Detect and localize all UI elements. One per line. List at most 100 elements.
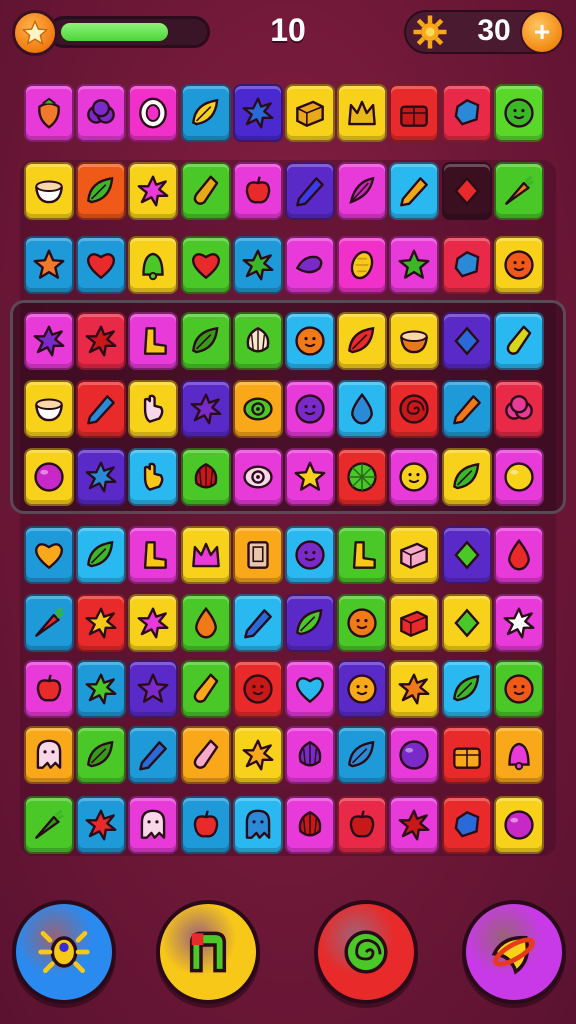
tile-splat[interactable] [389,660,439,718]
tile-shell[interactable] [181,448,231,506]
tile-star[interactable] [24,236,74,294]
tile-gem[interactable] [442,84,492,142]
tile-heart[interactable] [181,236,231,294]
tile-ball[interactable] [389,726,439,784]
tile-eye[interactable] [233,380,283,438]
tile-shell[interactable] [285,796,335,854]
tile-face[interactable] [285,380,335,438]
tile-ball[interactable] [494,448,544,506]
tile-carrot[interactable] [24,594,74,652]
tile-shell[interactable] [233,312,283,370]
tile-boot[interactable] [128,312,178,370]
tile-leaf[interactable] [76,526,126,584]
tile-drop[interactable] [337,380,387,438]
bug-powerup-button[interactable] [12,900,116,1004]
tile-face[interactable] [337,660,387,718]
tile-splat[interactable] [76,660,126,718]
tile-pencil[interactable] [128,726,178,784]
tile-face[interactable] [233,660,283,718]
tile-pencil[interactable] [285,162,335,220]
tile-drop[interactable] [494,526,544,584]
tile-splat[interactable] [233,726,283,784]
tile-leaf[interactable] [76,162,126,220]
tile-bowl[interactable] [24,162,74,220]
tile-block[interactable] [389,526,439,584]
tile-heart[interactable] [24,526,74,584]
tile-boot[interactable] [128,526,178,584]
tile-ball[interactable] [494,796,544,854]
tile-splat[interactable] [181,380,231,438]
tile-hand[interactable] [128,448,178,506]
magnet-powerup-button[interactable] [156,900,260,1004]
tile-splat[interactable] [24,312,74,370]
tile-star[interactable] [128,660,178,718]
tile-splat[interactable] [128,594,178,652]
tile-chest[interactable] [442,726,492,784]
tile-bowl[interactable] [24,380,74,438]
tile-face[interactable] [337,594,387,652]
tile-leaf[interactable] [337,726,387,784]
tile-leaf[interactable] [442,448,492,506]
tile-pencil[interactable] [389,162,439,220]
tile-face[interactable] [285,312,335,370]
tile-apple[interactable] [24,660,74,718]
tile-pepper[interactable] [285,236,335,294]
rocket-powerup-button[interactable] [462,900,566,1004]
tile-ring[interactable] [128,84,178,142]
tile-ghost[interactable] [24,726,74,784]
tile-boot[interactable] [337,526,387,584]
tile-corn[interactable] [337,236,387,294]
tile-pencil[interactable] [442,380,492,438]
tile-diamond[interactable] [442,162,492,220]
tile-strawberry[interactable] [24,84,74,142]
tile-star[interactable] [285,448,335,506]
tile-diamond[interactable] [442,594,492,652]
tile-chest[interactable] [389,84,439,142]
tile-bottle[interactable] [181,162,231,220]
tile-splat[interactable] [76,448,126,506]
tile-leaf[interactable] [76,726,126,784]
tile-block[interactable] [389,594,439,652]
tile-berry[interactable] [494,380,544,438]
swirl-powerup-button[interactable] [314,900,418,1004]
tile-bowl[interactable] [389,312,439,370]
tile-diamond[interactable] [442,312,492,370]
tile-leaf[interactable] [442,660,492,718]
tile-feather[interactable] [337,162,387,220]
tile-carrot[interactable] [24,796,74,854]
tile-apple[interactable] [181,796,231,854]
tile-door[interactable] [233,526,283,584]
tile-hand[interactable] [128,380,178,438]
tile-face[interactable] [494,84,544,142]
tile-bell[interactable] [128,236,178,294]
tile-bottle[interactable] [181,660,231,718]
tile-gem[interactable] [442,236,492,294]
tile-splat[interactable] [233,236,283,294]
tile-carrot[interactable] [494,162,544,220]
tile-heart[interactable] [285,660,335,718]
tile-swirl[interactable] [389,380,439,438]
tile-splat[interactable] [128,162,178,220]
tile-face[interactable] [389,448,439,506]
tile-splat[interactable] [233,84,283,142]
tile-diamond[interactable] [442,526,492,584]
tile-ghost[interactable] [233,796,283,854]
tile-drop[interactable] [181,594,231,652]
tile-ghost[interactable] [128,796,178,854]
tile-bottle[interactable] [181,726,231,784]
tile-leaf[interactable] [181,84,231,142]
tile-splat[interactable] [76,312,126,370]
tile-leaf[interactable] [285,594,335,652]
tile-star[interactable] [389,236,439,294]
tile-splat[interactable] [389,796,439,854]
tile-ball[interactable] [24,448,74,506]
tile-face[interactable] [494,236,544,294]
tile-bell[interactable] [494,726,544,784]
tile-crown[interactable] [337,84,387,142]
tile-apple[interactable] [233,162,283,220]
tile-shell[interactable] [285,726,335,784]
tile-crown[interactable] [181,526,231,584]
tile-pencil[interactable] [76,380,126,438]
tile-splat[interactable] [76,594,126,652]
tile-leaf[interactable] [337,312,387,370]
